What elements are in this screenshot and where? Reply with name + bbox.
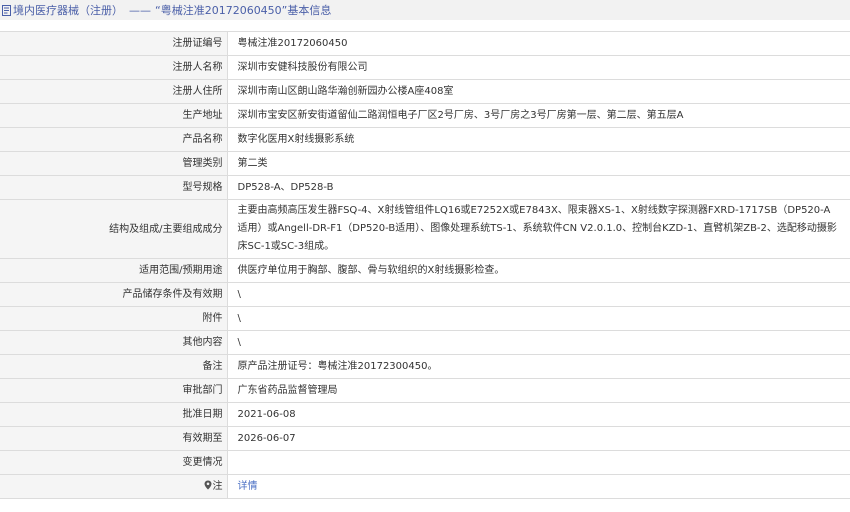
note-row: 注 详情	[0, 474, 850, 499]
table-row: 附件 \	[0, 306, 850, 331]
row-value: \	[227, 330, 850, 355]
header-title: “粤械注准20172060450”基本信息	[155, 4, 332, 17]
page-header: 境内医疗器械（注册） —— “粤械注准20172060450”基本信息	[0, 0, 850, 20]
row-value: 2021-06-08	[227, 402, 850, 427]
row-value: 第二类	[227, 151, 850, 176]
row-label: 型号规格	[0, 175, 228, 200]
header-section: 境内医疗器械（注册）	[13, 4, 123, 17]
table-row: 其他内容 \	[0, 330, 850, 355]
row-label: 生产地址	[0, 103, 228, 128]
header-separator: ——	[129, 3, 151, 17]
row-value: 深圳市安健科技股份有限公司	[227, 55, 850, 80]
row-label: 备注	[0, 354, 228, 379]
table-row: 批准日期 2021-06-08	[0, 402, 850, 427]
document-icon	[1, 4, 12, 16]
table-row: 注册证编号 粤械注准20172060450	[0, 31, 850, 56]
row-label: 批准日期	[0, 402, 228, 427]
details-link[interactable]: 详情	[238, 481, 258, 492]
table-row: 有效期至 2026-06-07	[0, 426, 850, 451]
table-row: 适用范围/预期用途 供医疗单位用于胸部、腹部、骨与软组织的X射线摄影检查。	[0, 258, 850, 283]
row-label: 注册人名称	[0, 55, 228, 80]
row-value: 数字化医用X射线摄影系统	[227, 127, 850, 152]
table-row: 注册人名称 深圳市安健科技股份有限公司	[0, 55, 850, 80]
row-value	[227, 450, 850, 475]
row-label: 产品名称	[0, 127, 228, 152]
table-row: 注册人住所 深圳市南山区朗山路华瀚创新园办公楼A座408室	[0, 79, 850, 104]
note-value-cell: 详情	[227, 474, 850, 499]
row-label: 产品储存条件及有效期	[0, 282, 228, 307]
table-row: 备注 原产品注册证号：粤械注准20172300450。	[0, 354, 850, 379]
row-label: 结构及组成/主要组成成分	[0, 199, 228, 259]
row-label: 变更情况	[0, 450, 228, 475]
row-label: 附件	[0, 306, 228, 331]
table-row: 管理类别 第二类	[0, 151, 850, 176]
table-row: 产品名称 数字化医用X射线摄影系统	[0, 127, 850, 152]
table-row: 生产地址 深圳市宝安区新安街道留仙二路润恒电子厂区2号厂房、3号厂房之3号厂房第…	[0, 103, 850, 128]
row-value: 广东省药品监督管理局	[227, 378, 850, 403]
row-label: 注册人住所	[0, 79, 228, 104]
row-label: 有效期至	[0, 426, 228, 451]
row-value: 深圳市南山区朗山路华瀚创新园办公楼A座408室	[227, 79, 850, 104]
row-value: 深圳市宝安区新安街道留仙二路润恒电子厂区2号厂房、3号厂房之3号厂房第一层、第二…	[227, 103, 850, 128]
row-label: 其他内容	[0, 330, 228, 355]
row-label: 注册证编号	[0, 31, 228, 56]
map-pin-icon	[204, 479, 212, 490]
row-value: \	[227, 282, 850, 307]
note-label: 注	[212, 481, 223, 492]
row-value: DP528-A、DP528-B	[227, 175, 850, 200]
table-row: 审批部门 广东省药品监督管理局	[0, 378, 850, 403]
row-label: 适用范围/预期用途	[0, 258, 228, 283]
row-value: 2026-06-07	[227, 426, 850, 451]
note-label-cell: 注	[0, 474, 228, 499]
row-label: 管理类别	[0, 151, 228, 176]
row-value: 主要由高频高压发生器FSQ-4、X射线管组件LQ16或E7252X或E7843X…	[227, 199, 850, 259]
table-row: 变更情况	[0, 450, 850, 475]
row-label: 审批部门	[0, 378, 228, 403]
table-row: 产品储存条件及有效期 \	[0, 282, 850, 307]
row-value: \	[227, 306, 850, 331]
row-value: 粤械注准20172060450	[227, 31, 850, 56]
table-row: 型号规格 DP528-A、DP528-B	[0, 175, 850, 200]
table-row: 结构及组成/主要组成成分 主要由高频高压发生器FSQ-4、X射线管组件LQ16或…	[0, 199, 850, 259]
row-value: 原产品注册证号：粤械注准20172300450。	[227, 354, 850, 379]
info-table: 注册证编号 粤械注准20172060450 注册人名称 深圳市安健科技股份有限公…	[0, 31, 850, 499]
row-value: 供医疗单位用于胸部、腹部、骨与软组织的X射线摄影检查。	[227, 258, 850, 283]
